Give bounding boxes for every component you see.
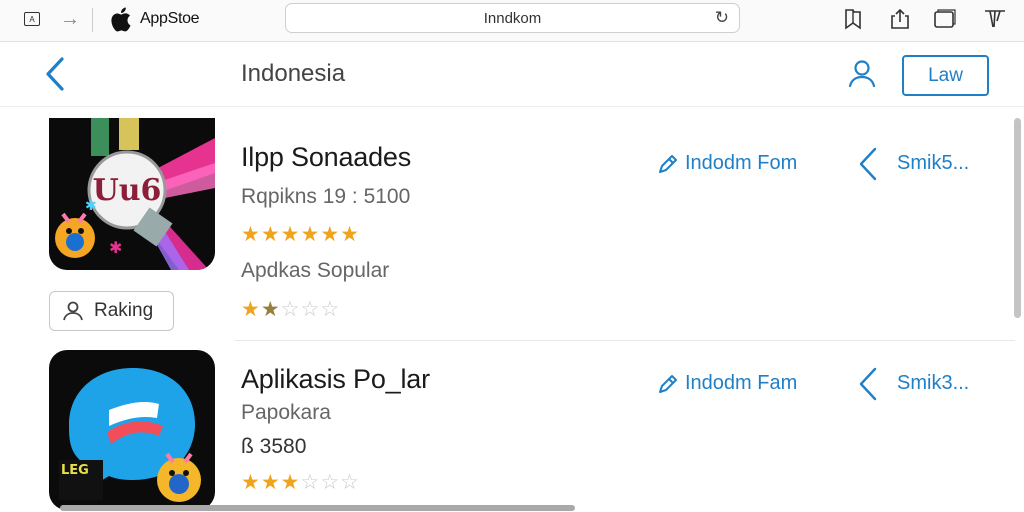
app-more-1[interactable]: Smik5... <box>897 152 969 175</box>
app-name-1[interactable]: Ilpp Sonaades <box>241 142 411 173</box>
app-list: Uu6 ✱ ✱ Ilpp Sonaades Rqpikns 19 : 5100 … <box>0 108 1024 512</box>
app-link-2[interactable]: Indodm Fam <box>657 372 797 395</box>
app-icon-2-artwork: LEG <box>49 350 215 510</box>
toolbar-divider <box>92 8 93 32</box>
app-icon-1-artwork: Uu6 ✱ ✱ <box>49 118 215 270</box>
star-icon: ★ <box>280 223 300 246</box>
horizontal-scrollbar[interactable] <box>60 505 575 511</box>
tab-icon[interactable]: A <box>20 8 44 30</box>
app-link-2-label: Indodm Fam <box>685 372 798 394</box>
page-title: Indonesia <box>241 60 346 87</box>
app-secondary-label-1: Apdkas Sopular <box>241 259 390 282</box>
app-subtitle-2: Papokara <box>241 401 331 424</box>
star-icon: ★ <box>260 223 280 246</box>
app-subtitle-1: Rqpikns 19 : 5100 <box>241 185 411 208</box>
app-icon-1-text: Uu6 <box>93 173 162 208</box>
star-empty-icon: ☆ <box>280 298 300 321</box>
svg-text:✱: ✱ <box>85 197 97 213</box>
app-icon-2-text: LEG <box>61 463 89 478</box>
tab-box-glyph: A <box>24 12 40 26</box>
app-name-2[interactable]: Aplikasis Po_lar <box>241 364 430 395</box>
app-more-2[interactable]: Smik3... <box>897 372 969 395</box>
star-icon: ★ <box>280 471 300 494</box>
star-icon: ★ <box>260 471 280 494</box>
tabs-overview-icon[interactable] <box>932 6 958 32</box>
app-icon-2[interactable]: LEG <box>49 350 215 510</box>
app-store-brand[interactable]: AppStoe <box>108 4 200 34</box>
raking-label: Raking <box>94 300 154 321</box>
user-icon <box>63 301 83 321</box>
law-button[interactable]: Law <box>902 55 989 96</box>
page-header: Indonesia Law <box>0 43 1024 107</box>
app-link-1[interactable]: Indodm Fom <box>657 152 797 175</box>
reload-icon[interactable]: ↻ <box>715 8 729 28</box>
app-rating-2: ★ ★ ★ ☆ ☆ ☆ <box>241 472 359 493</box>
star-half-icon: ★ <box>260 298 280 321</box>
star-empty-icon: ☆ <box>300 471 320 494</box>
vertical-scrollbar[interactable] <box>1014 118 1021 318</box>
pen-icon <box>659 154 677 173</box>
forward-arrow-icon[interactable]: → <box>58 8 82 30</box>
reader-mode-icon[interactable] <box>982 6 1008 32</box>
star-empty-icon: ☆ <box>300 298 320 321</box>
star-empty-icon: ☆ <box>320 471 340 494</box>
star-empty-icon: ☆ <box>340 471 359 494</box>
svg-text:✱: ✱ <box>109 240 122 257</box>
bookmark-icon[interactable] <box>840 6 866 32</box>
app-link-1-label: Indodm Fom <box>685 152 798 174</box>
browser-toolbar: A → AppStoe Inndkom ↻ <box>0 0 1024 42</box>
pen-icon <box>659 374 677 393</box>
star-icon: ★ <box>241 223 260 246</box>
address-bar[interactable]: Inndkom ↻ <box>285 3 740 33</box>
back-chevron-icon[interactable] <box>40 55 70 93</box>
chevron-left-icon[interactable] <box>857 146 879 182</box>
app-price-2: ß 3580 <box>241 435 307 458</box>
star-icon: ★ <box>241 298 260 321</box>
user-account-icon[interactable] <box>846 57 878 89</box>
apple-logo-icon <box>111 7 131 32</box>
url-text: Inndkom <box>483 9 542 27</box>
star-icon: ★ <box>340 223 359 246</box>
raking-button[interactable]: Raking <box>49 291 174 331</box>
app-rating-1: ★ ★ ★ ★ ★ ★ <box>241 224 359 245</box>
star-icon: ★ <box>320 223 340 246</box>
app-secondary-rating-1: ★ ★ ☆ ☆ ☆ <box>241 299 339 320</box>
app-icon-1[interactable]: Uu6 ✱ ✱ <box>49 118 215 270</box>
star-empty-icon: ☆ <box>320 298 340 321</box>
chevron-left-icon[interactable] <box>857 366 879 402</box>
star-icon: ★ <box>241 471 260 494</box>
brand-name: AppStoe <box>140 10 200 27</box>
row-divider <box>235 340 1015 341</box>
share-icon[interactable] <box>887 6 913 32</box>
star-icon: ★ <box>300 223 320 246</box>
